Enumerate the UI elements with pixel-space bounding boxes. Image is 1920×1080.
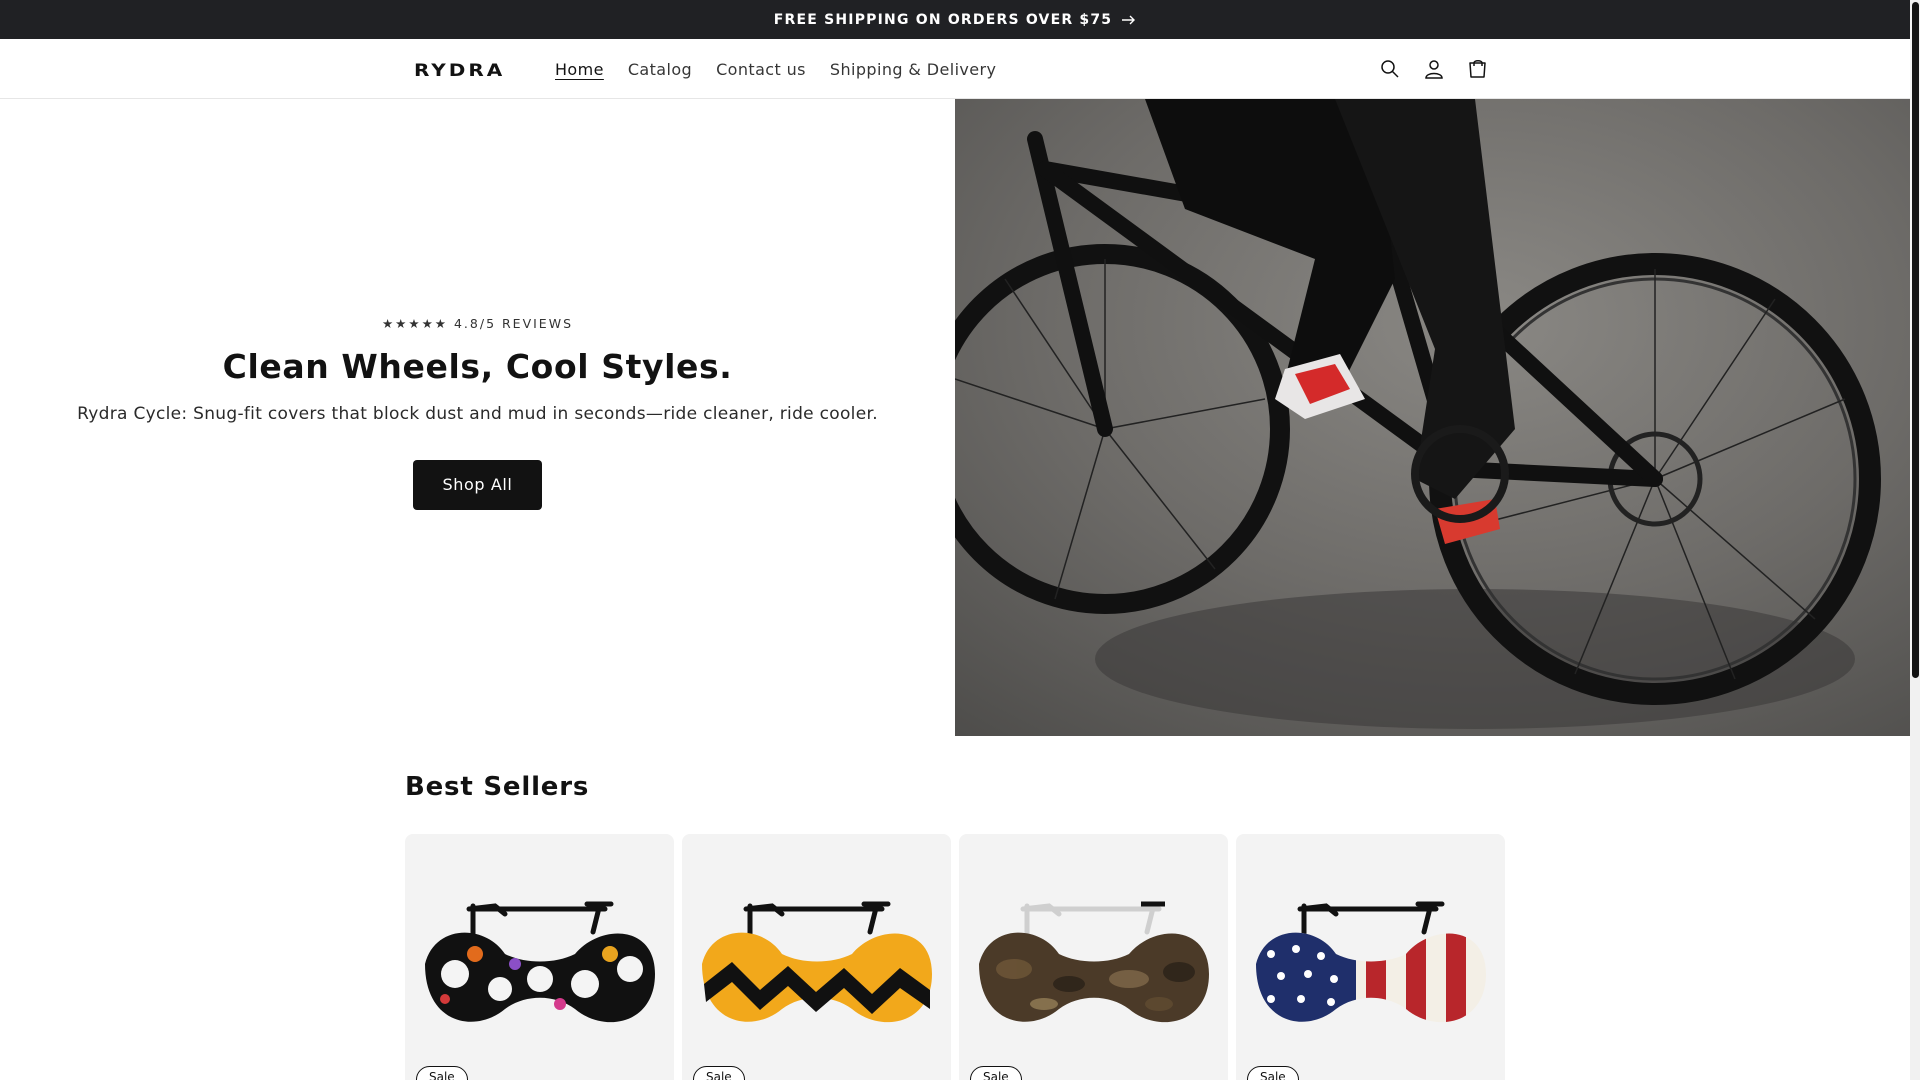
- product-image: [1256, 901, 1486, 1023]
- shop-all-button[interactable]: Shop All: [413, 459, 542, 510]
- best-sellers-title: Best Sellers: [405, 772, 590, 802]
- main-nav: Home Catalog Contact us Shipping & Deliv…: [543, 39, 1008, 99]
- hero-title: Clean Wheels, Cool Styles.: [222, 346, 733, 386]
- nav-contact[interactable]: Contact us: [704, 60, 818, 79]
- search-icon[interactable]: [1378, 57, 1402, 81]
- sale-badge: Sale: [1247, 1066, 1299, 1080]
- sale-badge: Sale: [416, 1066, 468, 1080]
- hero-text-panel: ★★★★★ 4.8/5 REVIEWS Clean Wheels, Cool S…: [0, 99, 955, 736]
- arrow-right-icon: [1122, 15, 1136, 24]
- product-card-zigzag[interactable]: Sale: [682, 834, 951, 1080]
- product-image: [702, 901, 932, 1023]
- sale-badge: Sale: [693, 1066, 745, 1080]
- logo-text: RYDRA: [414, 59, 506, 81]
- announcement-text[interactable]: FREE SHIPPING ON ORDERS OVER $75: [774, 12, 1112, 28]
- site-header: RYDRA Home Catalog Contact us Shipping &…: [0, 39, 1910, 99]
- nav-shipping[interactable]: Shipping & Delivery: [818, 60, 1008, 79]
- nav-home[interactable]: Home: [543, 60, 616, 79]
- page-scrollbar[interactable]: [1910, 0, 1920, 1080]
- nav-catalog[interactable]: Catalog: [616, 60, 704, 79]
- product-card-american-flag[interactable]: Sale: [1236, 834, 1505, 1080]
- header-icons: [1378, 39, 1490, 99]
- scrollbar-thumb[interactable]: [1912, 2, 1919, 678]
- product-card-sugar-skulls[interactable]: Sale: [405, 834, 674, 1080]
- account-icon[interactable]: [1422, 57, 1446, 81]
- hero-subtitle: Rydra Cycle: Snug-fit covers that block …: [77, 403, 878, 424]
- product-image: [425, 901, 655, 1023]
- rating-line: ★★★★★ 4.8/5 REVIEWS: [381, 315, 574, 331]
- product-grid: Sale Sale Sale Sale: [405, 834, 1505, 1080]
- logo[interactable]: RYDRA: [414, 58, 505, 82]
- product-image: [979, 901, 1209, 1023]
- product-card-camo[interactable]: Sale: [959, 834, 1228, 1080]
- announcement-bar[interactable]: FREE SHIPPING ON ORDERS OVER $75: [0, 0, 1910, 39]
- hero-cyclist-image: [955, 99, 1910, 736]
- cart-icon[interactable]: [1466, 57, 1490, 81]
- sale-badge: Sale: [970, 1066, 1022, 1080]
